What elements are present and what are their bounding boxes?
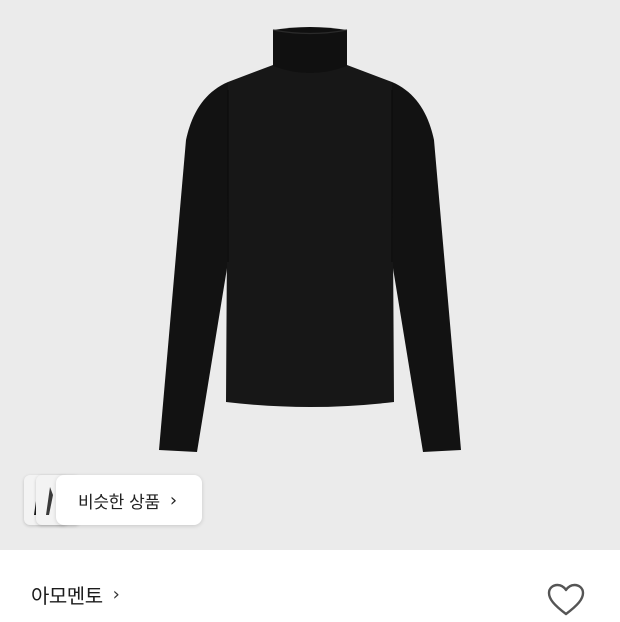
brand-name: 아모멘토 (31, 584, 103, 608)
favorite-button[interactable] (546, 582, 586, 618)
brand-row: 아모멘토 › (0, 550, 620, 620)
brand-link[interactable]: 아모멘토 › (31, 580, 120, 609)
product-image[interactable]: 비슷한 상품 › (0, 0, 620, 550)
similar-products-button[interactable]: 비슷한 상품 › (56, 475, 202, 525)
chevron-right-icon: › (112, 584, 120, 605)
heart-outline-icon (547, 583, 585, 616)
similar-products-label: 비슷한 상품 (78, 492, 160, 513)
black-turtleneck-image (159, 27, 461, 452)
chevron-right-icon: › (169, 489, 178, 511)
